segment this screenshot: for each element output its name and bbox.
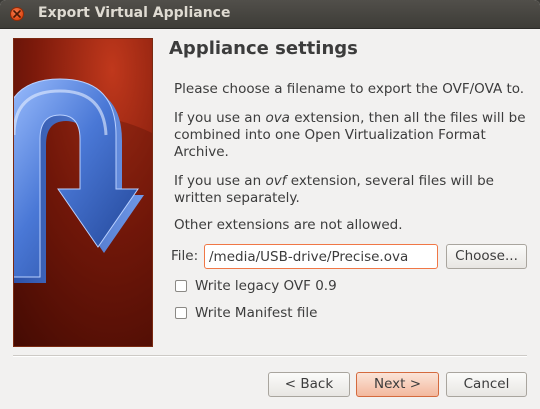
file-label: File: [171,248,199,264]
ovf-description: If you use an ovf extension, several fil… [174,173,526,207]
button-separator [13,355,527,357]
manifest-label[interactable]: Write Manifest file [195,305,317,321]
back-button[interactable]: < Back [268,372,350,397]
legacy-ovf-label[interactable]: Write legacy OVF 0.9 [195,278,337,294]
ovf-prefix: If you use an [174,173,266,189]
choose-button[interactable]: Choose... [446,244,527,269]
window-title: Export Virtual Appliance [38,5,231,21]
cancel-button[interactable]: Cancel [446,372,527,397]
title-bar: Export Virtual Appliance [0,0,540,29]
legacy-ovf-checkbox[interactable] [175,280,187,292]
wizard-banner-image [13,38,153,347]
ova-description: If you use an ova extension, then all th… [174,110,526,161]
other-extensions-note: Other extensions are not allowed. [174,217,403,233]
wizard-content: Appliance settings Please choose a filen… [0,29,540,409]
ova-prefix: If you use an [174,110,266,126]
page-title: Appliance settings [169,38,358,59]
file-path-input[interactable] [204,244,438,269]
intro-text: Please choose a filename to export the O… [174,81,525,97]
next-button[interactable]: Next > [356,372,439,397]
close-button[interactable] [10,7,24,21]
export-arrow-icon [14,39,152,346]
manifest-checkbox[interactable] [175,307,187,319]
export-appliance-window: Export Virtual Appliance Appliance setti… [0,0,540,409]
ovf-extension: ovf [265,173,287,189]
ova-extension: ova [265,110,290,126]
